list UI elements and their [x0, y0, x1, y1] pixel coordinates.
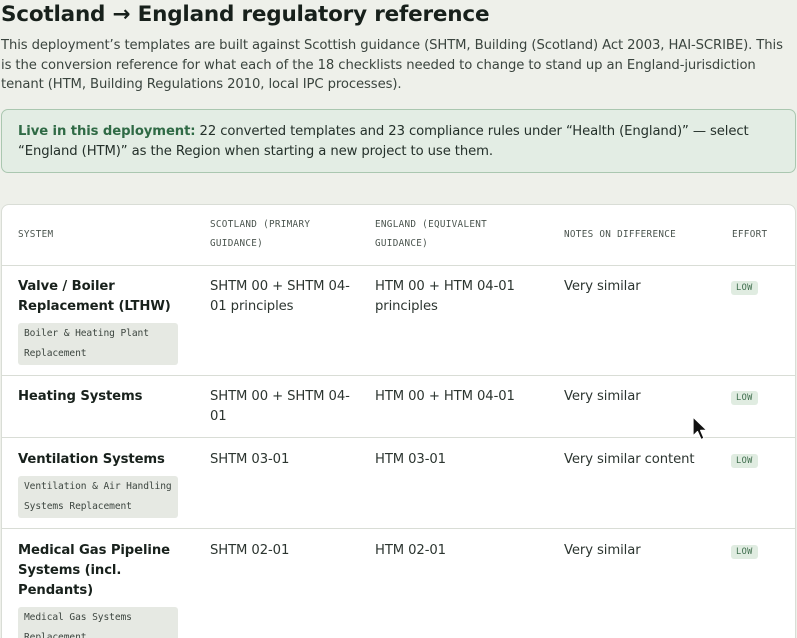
- page: Scotland → England regulatory reference …: [0, 0, 797, 638]
- effort-badge: LOW: [731, 281, 758, 295]
- system-cell: Medical Gas Pipeline Systems (incl. Pend…: [18, 541, 188, 638]
- england-guidance-cell: HTM 03-01: [375, 452, 446, 467]
- notes-cell: Very similar content: [564, 452, 695, 467]
- effort-badge: LOW: [731, 545, 758, 559]
- effort-badge: LOW: [731, 454, 758, 468]
- intro-paragraph: This deployment’s templates are built ag…: [1, 38, 783, 92]
- system-name: Heating Systems: [18, 389, 143, 404]
- header-notes: NOTES ON DIFFERENCE: [564, 229, 677, 240]
- notes-cell: Very similar: [564, 279, 641, 294]
- notes-cell: Very similar: [564, 389, 641, 404]
- mouse-pointer-icon: [692, 416, 708, 441]
- system-name: Medical Gas Pipeline Systems (incl. Pend…: [18, 543, 170, 598]
- system-cell: Ventilation Systems Ventilation & Air Ha…: [18, 450, 188, 518]
- page-title: Scotland → England regulatory reference: [1, 2, 490, 27]
- header-england: ENGLAND (EQUIVALENT GUIDANCE): [375, 219, 488, 249]
- scotland-guidance-cell: SHTM 00 + SHTM 04-01 principles: [210, 279, 350, 314]
- system-template-tag: Ventilation & Air Handling Systems Repla…: [18, 476, 178, 518]
- england-guidance-cell: HTM 00 + HTM 04-01 principles: [375, 279, 515, 314]
- scotland-guidance-cell: SHTM 03-01: [210, 452, 290, 467]
- live-deployment-callout: Live in this deployment: 22 converted te…: [1, 109, 796, 173]
- header-system: SYSTEM: [18, 229, 54, 240]
- notes-cell: Very similar: [564, 543, 641, 558]
- system-cell: Valve / Boiler Replacement (LTHW) Boiler…: [18, 277, 188, 365]
- table-row: Heating Systems SHTM 00 + SHTM 04-01 HTM…: [2, 376, 795, 438]
- system-template-tag: Boiler & Heating Plant Replacement: [18, 323, 178, 365]
- england-guidance-cell: HTM 02-01: [375, 543, 446, 558]
- scotland-guidance-cell: SHTM 00 + SHTM 04-01: [210, 389, 350, 424]
- system-template-tag: Medical Gas Systems Replacement: [18, 607, 178, 638]
- table-row: Medical Gas Pipeline Systems (incl. Pend…: [2, 529, 795, 638]
- system-name: Ventilation Systems: [18, 452, 165, 467]
- regulatory-reference-table: SYSTEM SCOTLAND (PRIMARY GUIDANCE) ENGLA…: [1, 204, 796, 638]
- scotland-guidance-cell: SHTM 02-01: [210, 543, 290, 558]
- effort-badge: LOW: [731, 391, 758, 405]
- callout-lead: Live in this deployment:: [18, 124, 196, 139]
- system-name: Valve / Boiler Replacement (LTHW): [18, 279, 171, 314]
- header-effort: EFFORT: [732, 229, 768, 240]
- england-guidance-cell: HTM 00 + HTM 04-01: [375, 389, 515, 404]
- system-cell: Heating Systems: [18, 387, 188, 407]
- table-header: SYSTEM SCOTLAND (PRIMARY GUIDANCE) ENGLA…: [2, 205, 795, 266]
- table-row: Valve / Boiler Replacement (LTHW) Boiler…: [2, 266, 795, 376]
- header-scotland: SCOTLAND (PRIMARY GUIDANCE): [210, 219, 311, 249]
- table-row: Ventilation Systems Ventilation & Air Ha…: [2, 438, 795, 529]
